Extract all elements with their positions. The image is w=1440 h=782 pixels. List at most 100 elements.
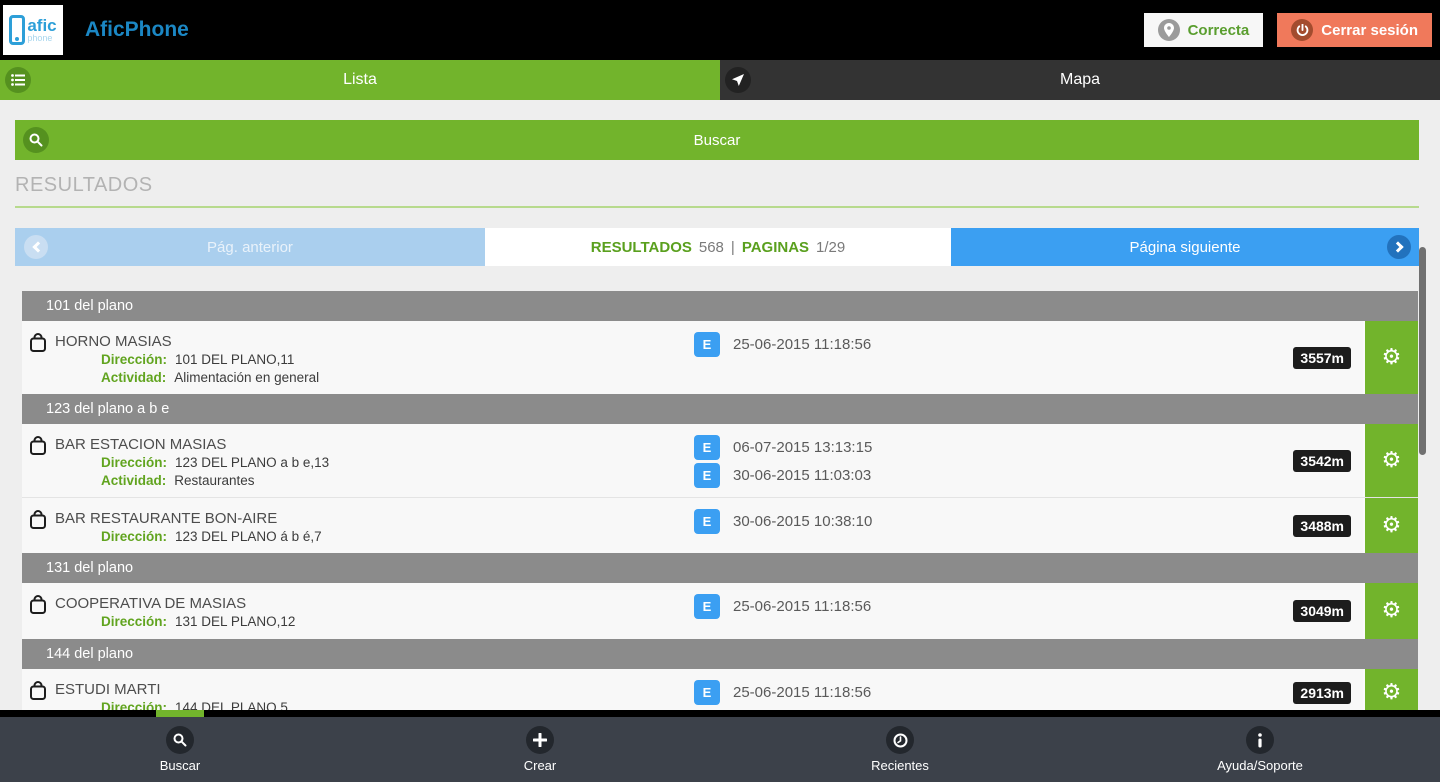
results-divider: [15, 206, 1419, 208]
field-value: Alimentación en general: [174, 370, 320, 385]
pages-label: PAGINAS: [741, 238, 810, 256]
results-count-label: RESULTADOS: [590, 238, 692, 256]
list-item[interactable]: COOPERATIVA DE MASIAS Dirección: 131 DEL …: [22, 583, 1418, 639]
event-datetime: 30-06-2015 10:38:10: [733, 513, 873, 530]
tab-mapa[interactable]: Mapa: [720, 60, 1440, 100]
search-label: Buscar: [693, 131, 741, 149]
nav-item-ayuda[interactable]: Ayuda/Soporte: [1080, 717, 1440, 782]
results-heading: RESULTADOS: [15, 174, 153, 196]
gear-icon: ⚙: [1381, 598, 1402, 623]
search-icon: [166, 726, 194, 754]
chevron-right-icon: [1387, 235, 1411, 259]
bottom-navigation: Buscar Crear Recientes Ayuda/Soporte: [0, 717, 1440, 782]
shop-bag-icon: [30, 681, 46, 700]
group-header: 101 del plano: [22, 291, 1418, 321]
nav-label: Ayuda/Soporte: [1217, 758, 1303, 773]
nav-label: Buscar: [159, 758, 201, 773]
power-icon: [1291, 19, 1314, 41]
event-type-badge: E: [694, 332, 720, 357]
search-bar[interactable]: Buscar: [15, 120, 1419, 160]
next-page-label: Página siguiente: [1129, 238, 1241, 256]
nav-item-crear[interactable]: Crear: [360, 717, 720, 782]
group-header: 144 del plano: [22, 639, 1418, 669]
page-title: AficPhone: [85, 18, 189, 41]
distance-badge: 3049m: [1293, 600, 1351, 622]
item-settings-button[interactable]: ⚙: [1363, 498, 1418, 553]
next-page-button[interactable]: Página siguiente: [951, 228, 1419, 266]
list-item[interactable]: ESTUDI MARTI Dirección: 144 DEL PLANO,5 E…: [22, 669, 1418, 710]
item-settings-button[interactable]: ⚙: [1363, 583, 1418, 639]
distance-badge: 3488m: [1293, 514, 1351, 537]
distance-badge: 3542m: [1293, 449, 1351, 472]
location-pin-icon: [1157, 19, 1180, 41]
field-value: 144 DEL PLANO,5: [175, 700, 288, 710]
shop-bag-icon: [30, 333, 46, 352]
view-tabs: Lista Mapa: [0, 60, 1440, 100]
logout-button[interactable]: Cerrar sesión: [1277, 13, 1432, 47]
nav-item-recientes[interactable]: Recientes: [720, 717, 1080, 782]
active-tab-indicator: [156, 710, 204, 717]
field-value: 101 DEL PLANO,11: [175, 352, 295, 367]
establishment-name: BAR ESTACION MASIAS: [55, 436, 227, 453]
pagination-summary: RESULTADOS 568 | PAGINAS 1/29: [485, 228, 951, 266]
event-datetime: 25-06-2015 11:18:56: [733, 598, 872, 615]
item-settings-button[interactable]: ⚙: [1363, 424, 1418, 497]
pagination-bar: Pág. anterior RESULTADOS 568 | PAGINAS 1…: [15, 228, 1419, 266]
group-header: 123 del plano a b e: [22, 394, 1418, 424]
distance-badge: 2913m: [1293, 681, 1351, 704]
info-icon: [1246, 726, 1274, 754]
location-status-label: Correcta: [1187, 21, 1250, 39]
event-type-badge: E: [694, 594, 720, 619]
event-type-badge: E: [694, 435, 720, 460]
app-logo: afic phone: [3, 5, 63, 55]
establishment-name: ESTUDI MARTI: [55, 681, 161, 698]
app-header: afic phone AficPhone Correcta Cerrar ses…: [0, 0, 1440, 60]
vertical-scrollbar[interactable]: [1419, 247, 1426, 455]
results-list: 101 del plano HORNO MASIAS Dirección: 101…: [22, 291, 1418, 710]
footer-divider: [0, 710, 1440, 717]
logo-text-bottom: phone: [27, 33, 53, 43]
logout-label: Cerrar sesión: [1321, 21, 1418, 39]
plus-icon: [526, 726, 554, 754]
shop-bag-icon: [30, 436, 46, 455]
item-settings-button[interactable]: ⚙: [1363, 321, 1418, 394]
field-value: Restaurantes: [174, 473, 255, 488]
list-item[interactable]: BAR ESTACION MASIAS Dirección: 123 DEL PL…: [22, 424, 1418, 497]
list-item[interactable]: HORNO MASIAS Dirección: 101 DEL PLANO,11 …: [22, 321, 1418, 394]
nav-label: Recientes: [871, 758, 929, 773]
field-label: Actividad:: [101, 370, 167, 385]
phone-icon: [9, 15, 26, 45]
distance-badge: 3557m: [1293, 346, 1351, 369]
event-type-badge: E: [694, 509, 720, 534]
gear-icon: ⚙: [1381, 447, 1402, 473]
results-count-value: 568: [698, 238, 724, 256]
field-value: 123 DEL PLANO á b é,7: [175, 529, 322, 544]
nav-item-buscar[interactable]: Buscar: [0, 717, 360, 782]
field-value: 131 DEL PLANO,12: [175, 614, 296, 629]
tab-lista[interactable]: Lista: [0, 60, 720, 100]
content-area: Buscar RESULTADOS Pág. anterior RESULTAD…: [0, 100, 1440, 710]
location-status-button[interactable]: Correcta: [1143, 13, 1264, 47]
logo-text-top: afic: [27, 16, 57, 35]
gear-icon: ⚙: [1381, 344, 1402, 370]
prev-page-button[interactable]: Pág. anterior: [15, 228, 485, 266]
clock-icon: [886, 726, 914, 754]
event-type-badge: E: [694, 680, 720, 705]
establishment-name: BAR RESTAURANTE BON-AIRE: [55, 510, 278, 527]
field-label: Dirección:: [101, 455, 168, 470]
event-datetime: 25-06-2015 11:18:56: [733, 336, 872, 353]
tab-mapa-label: Mapa: [1059, 71, 1101, 88]
pages-value: 1/29: [816, 238, 846, 256]
group-header: 131 del plano: [22, 553, 1418, 583]
item-settings-button[interactable]: ⚙: [1363, 669, 1418, 710]
event-datetime: 06-07-2015 13:13:15: [733, 439, 873, 456]
field-label: Dirección:: [101, 352, 168, 367]
pagination-separator: |: [730, 238, 735, 256]
field-label: Actividad:: [101, 473, 167, 488]
shop-bag-icon: [30, 595, 46, 614]
event-type-badge: E: [694, 463, 720, 488]
chevron-left-icon: [24, 235, 48, 259]
gear-icon: ⚙: [1381, 679, 1402, 705]
list-item[interactable]: BAR RESTAURANTE BON-AIRE Dirección: 123 D…: [22, 497, 1418, 553]
prev-page-label: Pág. anterior: [207, 238, 293, 256]
